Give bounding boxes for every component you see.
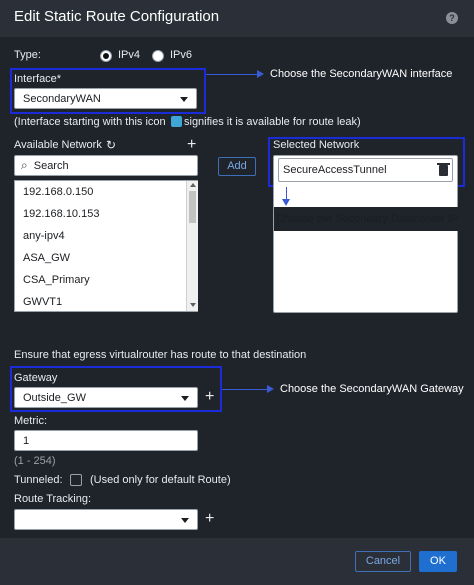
cancel-button[interactable]: Cancel — [355, 551, 411, 572]
chevron-down-icon — [181, 395, 189, 401]
help-icon[interactable]: ? — [446, 12, 458, 24]
add-gateway-icon[interactable]: + — [205, 389, 214, 405]
list-item[interactable]: ASA_GW — [23, 252, 70, 264]
selected-item-label: SecureAccessTunnel — [283, 164, 387, 176]
scrollbar[interactable] — [186, 181, 198, 311]
gateway-select[interactable]: Outside_GW — [14, 387, 198, 408]
egress-note: Ensure that egress virtualrouter has rou… — [14, 349, 307, 361]
type-label: Type: — [14, 49, 41, 61]
search-placeholder: Search — [33, 159, 69, 172]
tunneled-label: Tunneled: — [14, 474, 63, 486]
radio-ipv6[interactable] — [152, 50, 164, 62]
metric-range: (1 - 254) — [14, 455, 56, 467]
add-network-icon[interactable]: + — [187, 137, 196, 153]
tunneled-note: (Used only for default Route) — [90, 474, 231, 486]
ok-button[interactable]: OK — [419, 551, 457, 572]
available-network-label: Available Network — [14, 139, 102, 151]
selected-network-label: Selected Network — [273, 139, 360, 151]
search-input[interactable]: ⌕ Search — [14, 155, 198, 176]
list-item[interactable]: any-ipv4 — [23, 230, 65, 242]
arrow-right-icon — [257, 70, 264, 78]
metric-value: 1 — [23, 434, 30, 447]
interface-note-tail: signifies it is available for route leak… — [184, 116, 361, 128]
add-route-tracking-icon[interactable]: + — [205, 511, 214, 527]
interface-note: (Interface starting with this icon — [14, 116, 166, 128]
arrow-line — [206, 74, 258, 75]
arrow-down-icon — [282, 199, 290, 206]
chevron-down-icon — [181, 517, 189, 523]
interface-select-value: SecondaryWAN — [23, 92, 101, 105]
gateway-select-value: Outside_GW — [23, 391, 86, 404]
route-tracking-label: Route Tracking: — [14, 493, 92, 505]
chevron-down-icon — [180, 96, 188, 102]
list-item[interactable]: CSA_Primary — [23, 274, 90, 286]
add-button[interactable]: Add — [218, 157, 256, 176]
refresh-icon[interactable]: ↻ — [106, 138, 116, 152]
scrollbar-thumb[interactable] — [189, 191, 196, 223]
gateway-label: Gateway — [14, 372, 58, 384]
scroll-down-icon[interactable] — [190, 303, 196, 307]
radio-ipv4[interactable] — [100, 50, 112, 62]
radio-ipv4-label: IPv4 — [118, 49, 141, 61]
list-item[interactable]: 192.168.0.150 — [23, 186, 93, 198]
scroll-up-icon[interactable] — [190, 183, 196, 187]
list-item[interactable]: 192.168.10.153 — [23, 208, 99, 220]
selected-network-list[interactable]: SecureAccessTunnel — [273, 155, 458, 313]
search-icon: ⌕ — [21, 158, 28, 172]
arrow-line — [222, 389, 268, 390]
route-tracking-select[interactable] — [14, 509, 198, 530]
selected-item[interactable]: SecureAccessTunnel — [278, 158, 453, 182]
tunneled-checkbox[interactable] — [70, 474, 82, 486]
annotation-interface: Choose the SecondaryWAN interface — [270, 68, 453, 80]
trash-icon-lid — [437, 163, 450, 165]
interface-select[interactable]: SecondaryWAN — [14, 88, 197, 109]
annotation-selected: Choose the Secondary Datacenter IP — [276, 213, 459, 225]
arrow-right-icon — [267, 385, 274, 393]
dialog-title: Edit Static Route Configuration — [14, 8, 220, 25]
trash-icon[interactable] — [439, 165, 448, 176]
available-network-list[interactable]: 192.168.0.150 192.168.10.153 any-ipv4 AS… — [14, 180, 198, 312]
route-leak-icon — [171, 116, 182, 127]
radio-ipv6-label: IPv6 — [170, 49, 193, 61]
metric-input[interactable]: 1 — [14, 430, 198, 451]
metric-label: Metric: — [14, 415, 47, 427]
list-item[interactable]: GWVT1 — [23, 296, 62, 308]
annotation-gateway: Choose the SecondaryWAN Gateway — [280, 383, 464, 395]
interface-label: Interface* — [14, 73, 62, 85]
